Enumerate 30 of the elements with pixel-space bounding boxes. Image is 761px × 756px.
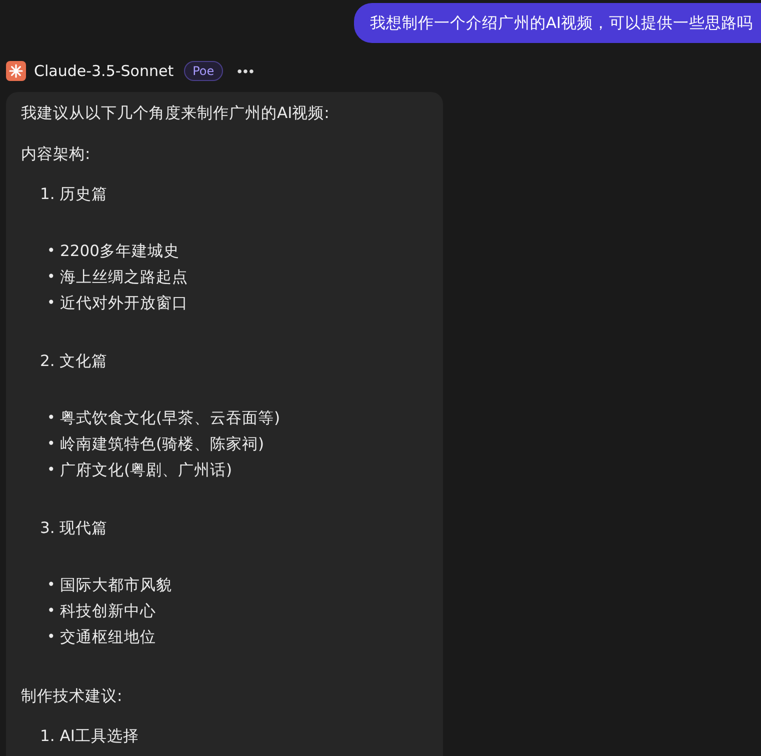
bot-badge: Poe — [184, 61, 224, 81]
bullet-marker: • — [47, 409, 54, 428]
bullet-marker: • — [47, 576, 54, 595]
bullet-item: 科技创新中心 — [60, 601, 156, 621]
bullet-item: 岭南建筑特色(骑楼、陈家祠) — [60, 434, 264, 454]
bullet-marker: • — [47, 294, 54, 313]
bullet-item: 国际大都市风貌 — [60, 575, 172, 595]
bot-name: Claude-3.5-Sonnet — [34, 62, 174, 80]
bullet-item: 近代对外开放窗口 — [60, 293, 188, 313]
bullet-marker: • — [47, 242, 54, 261]
section-heading: 内容架构: — [21, 144, 92, 164]
list-item: 2. 文化篇 — [40, 351, 109, 371]
bullet-item: 粤式饮食文化(早茶、云吞面等) — [60, 408, 280, 428]
more-button[interactable]: ••• — [231, 63, 261, 79]
bullet-marker: • — [47, 461, 54, 480]
bullet-marker: • — [47, 435, 54, 454]
bullet-item: 广府文化(粤剧、广州话) — [60, 460, 232, 480]
user-message: 我想制作一个介绍广州的AI视频，可以提供一些思路吗 — [354, 3, 761, 43]
list-item: 1. 历史篇 — [40, 184, 109, 204]
bot-logo-icon — [6, 61, 26, 81]
bullet-marker: • — [47, 602, 54, 621]
reply-intro: 我建议从以下几个角度来制作广州的AI视频: — [21, 103, 330, 123]
list-item: 3. 现代篇 — [40, 518, 109, 538]
list-item: 1. AI工具选择 — [40, 726, 140, 746]
bullet-item: 2200多年建城史 — [60, 241, 180, 261]
bullet-item: 海上丝绸之路起点 — [60, 267, 188, 287]
bullet-marker: • — [47, 628, 54, 647]
section-heading: 制作技术建议: — [21, 686, 124, 706]
bullet-item: 交通枢纽地位 — [60, 627, 156, 647]
bullet-marker: • — [47, 268, 54, 287]
